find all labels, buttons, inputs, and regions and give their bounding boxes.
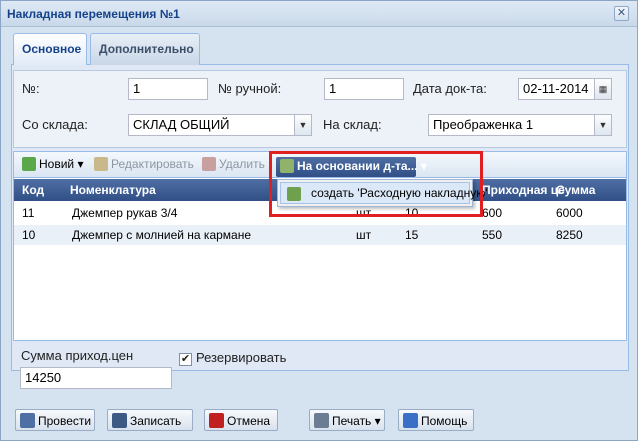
date-field[interactable]: 02-11-2014 ▦ <box>518 78 612 100</box>
calendar-icon[interactable]: ▦ <box>594 79 611 99</box>
to-warehouse-label: На склад: <box>323 117 382 132</box>
footer-area: Сумма приход.цен ✔ Резервировать <box>13 344 627 369</box>
cancel-button[interactable]: Отмена <box>204 409 278 431</box>
post-icon <box>20 413 35 428</box>
window-title: Накладная перемещения №1 <box>7 7 180 21</box>
delete-icon <box>202 157 216 171</box>
new-label: Новий <box>39 157 75 171</box>
help-label: Помощь <box>421 414 468 428</box>
window: Накладная перемещения №1 ✕ Основное Допо… <box>0 0 638 441</box>
from-warehouse-select[interactable]: СКЛАД ОБЩИЙ ▼ <box>128 114 312 136</box>
number-label: №: <box>22 81 40 96</box>
help-icon <box>403 413 418 428</box>
save-label: Записать <box>130 414 182 428</box>
sum-field[interactable]: 14250 <box>20 367 172 389</box>
table-row[interactable]: 10 Джемпер с молнией на кармане шт 15 55… <box>14 225 626 245</box>
cell-sum: 6000 <box>556 206 583 220</box>
title-bar: Накладная перемещения №1 ✕ <box>1 1 637 27</box>
delete-button[interactable]: Удалить <box>202 157 265 171</box>
save-icon <box>112 413 127 428</box>
cell-sum: 8250 <box>556 228 583 242</box>
delete-label: Удалить <box>219 157 265 171</box>
new-button[interactable]: Новий ▾ <box>22 157 83 171</box>
cancel-label: Отмена <box>227 414 271 428</box>
cell-name: Джемпер рукав 3/4 <box>72 206 178 220</box>
print-label: Печать <box>332 414 372 428</box>
tab-additional[interactable]: Дополнительно <box>90 33 200 65</box>
edit-icon <box>94 157 108 171</box>
from-warehouse-value: СКЛАД ОБЩИЙ <box>133 117 230 132</box>
column-sum[interactable]: Сумма <box>556 183 595 197</box>
chevron-down-icon[interactable]: ▼ <box>594 115 611 135</box>
cancel-icon <box>209 413 224 428</box>
close-icon[interactable]: ✕ <box>614 6 629 21</box>
edit-button[interactable]: Редактировать <box>94 157 194 171</box>
add-icon <box>22 157 36 171</box>
highlight-box <box>269 151 483 217</box>
post-button[interactable]: Провести <box>15 409 95 431</box>
cell-name: Джемпер с молнией на кармане <box>72 228 252 242</box>
to-warehouse-value: Преображенка 1 <box>433 117 534 132</box>
date-value: 02-11-2014 <box>523 81 589 96</box>
from-warehouse-label: Со склада: <box>22 117 88 132</box>
column-name[interactable]: Номенклатура <box>70 183 156 197</box>
reserve-label: Резервировать <box>196 350 287 365</box>
reserve-checkbox[interactable]: ✔ Резервировать <box>179 350 286 366</box>
main-panel: №: 1 № ручной: 1 Дата док-та: 02-11-2014… <box>11 65 629 371</box>
post-label: Провести <box>38 414 92 428</box>
manual-number-field[interactable]: 1 <box>324 78 404 100</box>
cell-price: 600 <box>482 206 503 220</box>
chevron-down-icon[interactable]: ▼ <box>294 115 311 135</box>
help-button[interactable]: Помощь <box>398 409 474 431</box>
header-form: №: 1 № ручной: 1 Дата док-та: 02-11-2014… <box>13 70 627 148</box>
cell-code: 10 <box>22 228 36 242</box>
sum-label: Сумма приход.цен <box>21 348 134 363</box>
to-warehouse-select[interactable]: Преображенка 1 ▼ <box>428 114 612 136</box>
tab-strip: Основное Дополнительно <box>11 33 629 65</box>
cell-qty: 15 <box>405 228 419 242</box>
date-label: Дата док-та: <box>413 81 487 96</box>
print-icon <box>314 413 329 428</box>
save-button[interactable]: Записать <box>107 409 193 431</box>
number-field[interactable]: 1 <box>128 78 208 100</box>
tab-main[interactable]: Основное <box>13 33 87 65</box>
manual-number-label: № ручной: <box>218 81 282 96</box>
print-button[interactable]: Печать ▾ <box>309 409 385 431</box>
cell-unit: шт <box>356 228 372 242</box>
checkbox-icon[interactable]: ✔ <box>179 353 192 366</box>
column-price[interactable]: Приходная це <box>482 183 565 197</box>
edit-label: Редактировать <box>111 157 194 171</box>
cell-code: 11 <box>22 206 35 220</box>
cell-price: 550 <box>482 228 503 242</box>
column-code[interactable]: Код <box>22 183 44 197</box>
